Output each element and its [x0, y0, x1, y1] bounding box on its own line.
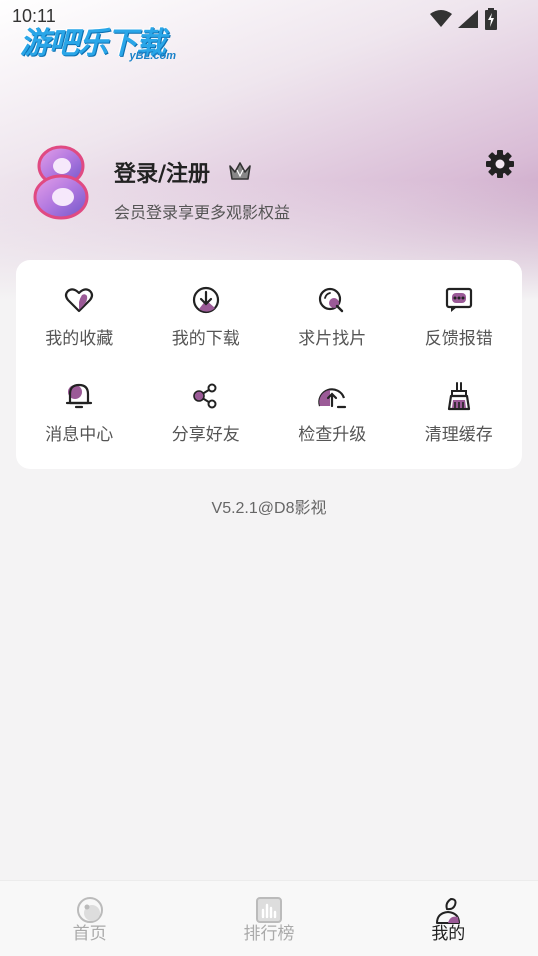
grid-label: 检查升级: [298, 425, 367, 446]
grid-label: 求片找片: [298, 328, 367, 349]
grid-item-feedback[interactable]: 反馈报错: [396, 268, 523, 365]
watermark-logo: 游吧乐下载 yBL.com: [18, 16, 188, 66]
nav-item-ranking[interactable]: 排行榜: [179, 881, 358, 956]
grid-label: 我的下载: [171, 328, 240, 349]
download-icon: [192, 286, 219, 313]
grid-label: 分享好友: [171, 425, 240, 446]
battery-icon: [485, 8, 497, 30]
share-icon: [192, 383, 217, 409]
grid-label: 反馈报错: [424, 328, 493, 349]
nav-label: 首页: [72, 924, 107, 944]
feedback-icon: [445, 287, 472, 312]
upgrade-icon: [318, 388, 347, 409]
grid-item-upgrade[interactable]: 检查升级: [269, 365, 396, 462]
grid-item-messages[interactable]: 消息中心: [16, 365, 143, 462]
wifi-icon: [430, 10, 452, 27]
watermark-subtitle: yBL.com: [129, 50, 176, 62]
broom-icon: [447, 382, 470, 411]
bottom-navigation: 首页 排行榜 我的: [0, 880, 538, 956]
status-icons: [430, 8, 498, 30]
version-text: V5.2.1@D8影视: [211, 500, 327, 517]
nav-label: 我的: [431, 924, 466, 944]
login-register-link[interactable]: 登录/注册: [114, 156, 210, 188]
bell-icon: [66, 384, 93, 409]
grid-item-favorites[interactable]: 我的收藏: [16, 268, 143, 365]
grid-item-request[interactable]: 求片找片: [269, 268, 396, 365]
grid-label: 消息中心: [45, 425, 114, 446]
signal-icon: [458, 10, 478, 28]
crown-icon: [229, 162, 251, 180]
grid-item-share[interactable]: 分享好友: [143, 365, 270, 462]
grid-label: 我的收藏: [45, 328, 114, 349]
feature-grid-card: 我的收藏 我的下载 求片找片 反馈报错 消息中心 分享好友 检查升级 清理缓存: [16, 260, 522, 469]
app-logo-avatar[interactable]: [32, 144, 90, 220]
search-icon: [319, 287, 344, 312]
grid-label: 清理缓存: [424, 425, 493, 446]
settings-gear-icon[interactable]: [484, 148, 516, 180]
grid-item-clear-cache[interactable]: 清理缓存: [396, 365, 523, 462]
nav-item-home[interactable]: 首页: [0, 881, 179, 956]
heart-icon: [65, 288, 94, 312]
login-subtitle: 会员登录享更多观影权益: [114, 203, 291, 222]
grid-item-downloads[interactable]: 我的下载: [143, 268, 270, 365]
nav-label: 排行榜: [243, 924, 295, 944]
nav-item-profile[interactable]: 我的: [359, 881, 538, 956]
